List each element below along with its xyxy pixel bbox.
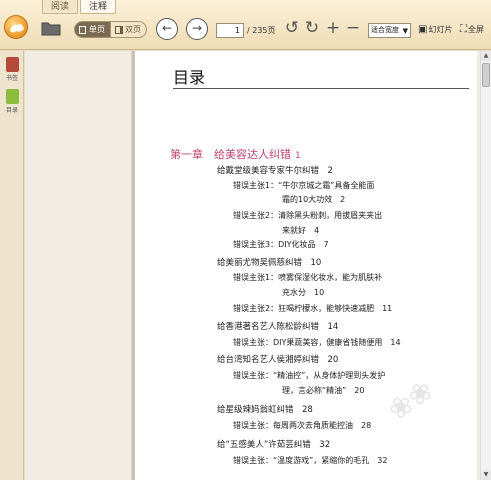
toc-subentry[interactable]: 错误主张：DIY果蔬美容，健康省钱随便用 14 — [233, 337, 401, 348]
chapter-heading[interactable]: 第一章 给美容达人纠错 1 — [170, 146, 301, 162]
toc-subentry-cont[interactable]: 充水分 10 — [282, 287, 324, 298]
prev-page-button[interactable]: ← — [156, 18, 178, 40]
sidebar-item-toc[interactable]: 目录 — [3, 89, 21, 114]
next-page-button[interactable]: → — [186, 18, 208, 40]
sidebar-item-bookmarks[interactable]: 书签 — [3, 57, 21, 82]
toc-entry[interactable]: 给美丽尤物吴佩慈纠错 10 — [217, 256, 321, 268]
single-page-icon — [79, 26, 86, 34]
toc-entry[interactable]: 给台湾知名艺人侯湘婷纠错 20 — [217, 353, 338, 365]
toc-subentry[interactable]: 错误主张：“温度游戏”，紧缩你的毛孔 32 — [233, 455, 387, 466]
scroll-up-icon[interactable]: ▲ — [481, 51, 491, 61]
arrow-left-icon: ← — [161, 21, 173, 35]
sidebar: 书签 目录 — [0, 51, 24, 480]
toc-subentry-cont[interactable]: 霜的10大功效 2 — [282, 194, 345, 205]
page-title: 目录 — [173, 68, 206, 87]
vertical-scrollbar[interactable]: ▲ ▼ — [480, 51, 491, 480]
toc-subentry-cont[interactable]: 来就好 4 — [282, 225, 319, 236]
page-total: / 235页 — [247, 26, 276, 35]
fullscreen-icon: ⛶ — [460, 24, 467, 35]
plus-icon[interactable]: + — [324, 19, 342, 37]
rotate-cw-icon[interactable]: ↻ — [303, 19, 321, 37]
scrollbar-thumb[interactable] — [482, 63, 490, 87]
title-divider — [173, 88, 469, 89]
toc-entry[interactable]: 给香港著名艺人陈松龄纠错 14 — [217, 320, 338, 332]
view-mode-group: 单页 双页 — [74, 21, 147, 38]
toc-subentry-cont[interactable]: 理，言必称“精油” 20 — [282, 385, 364, 396]
tab-annotate[interactable]: 注释 — [80, 0, 117, 14]
chevron-down-icon: ▼ — [402, 27, 408, 35]
scroll-down-icon[interactable]: ▼ — [481, 470, 491, 480]
arrow-right-icon: → — [191, 21, 203, 35]
toc-subentry[interactable]: 错误主张1：喷雾保湿化妆水，能为肌肤补 — [233, 272, 382, 283]
toc-icon — [5, 89, 19, 104]
rotate-ccw-icon[interactable]: ↺ — [283, 19, 301, 37]
single-page-button[interactable]: 单页 — [74, 21, 111, 38]
toc-entry[interactable]: 给戴堂级美容专家牛尔纠错 2 — [217, 164, 333, 176]
toc-subentry[interactable]: 错误主张2：狂喝柠檬水，能够快速减肥 11 — [233, 303, 392, 314]
page-number-input[interactable]: 1 — [216, 23, 244, 38]
slideshow-icon: ▣ — [418, 24, 428, 35]
toc-subentry[interactable]: 错误主张：“精油控”，从身体护理到头发护 — [233, 370, 385, 381]
slideshow-button[interactable]: ▣幻灯片 — [418, 24, 452, 36]
toc-subentry[interactable]: 错误主张：每周两次去角质能控油 28 — [233, 420, 371, 431]
toc-subentry[interactable]: 错误主张1：“牛尔京城之霜”具备全能面 — [233, 180, 374, 191]
toc-subentry[interactable]: 错误主张2：清除黑头粉刺，用拔眉夹夹出 — [233, 210, 382, 221]
toc-entry[interactable]: 给星级辣妈翁虹纠错 28 — [217, 403, 313, 415]
tab-bar: 阅读 注释 — [42, 0, 118, 14]
watermark-logo: ❀❀ — [381, 373, 440, 428]
document-page: 目录 第一章 给美容达人纠错 1 给戴堂级美容专家牛尔纠错 2 错误主张1：“牛尔… — [134, 51, 477, 480]
document-viewport[interactable]: 目录 第一章 给美容达人纠错 1 给戴堂级美容专家牛尔纠错 2 错误主张1：“牛尔… — [25, 51, 480, 480]
toc-entry[interactable]: 给“五感美人”许茹芸纠错 32 — [217, 438, 330, 450]
double-page-button[interactable]: 双页 — [111, 21, 147, 38]
folder-icon[interactable] — [41, 20, 61, 36]
fullscreen-button[interactable]: ⛶全屏 — [460, 24, 484, 36]
toolbar: 阅读 注释 单页 双页 ← → 1 / 235页 ↺ ↻ + − 适合宽度 ▼ … — [0, 0, 491, 50]
double-page-icon — [115, 26, 123, 34]
minus-icon[interactable]: − — [344, 19, 362, 37]
toc-subentry[interactable]: 错误主张3：DIY化妆品 7 — [233, 239, 329, 250]
tab-read[interactable]: 阅读 — [42, 0, 79, 14]
bookmark-icon — [5, 57, 19, 72]
zoom-select[interactable]: 适合宽度 ▼ — [368, 23, 411, 38]
app-logo-icon[interactable] — [4, 15, 28, 39]
